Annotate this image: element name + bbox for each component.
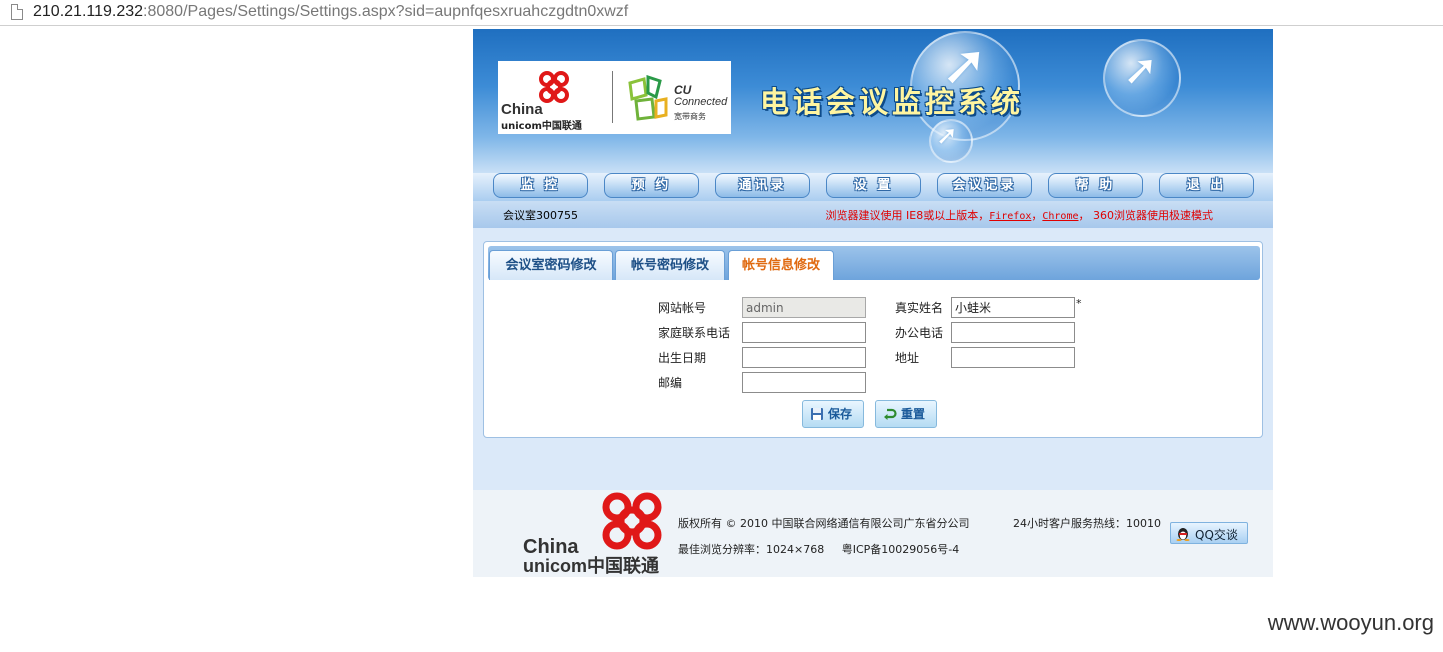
settings-panel: 会议室密码修改 帐号密码修改 帐号信息修改 网站帐号 真实姓名 * 家庭联系电话… [483,241,1263,438]
tip-prefix: 浏览器建议使用 IE8或以上版本， [825,209,990,222]
logo-china-text: China [501,101,543,118]
footer-china-text: China [523,536,579,558]
postcode-label: 邮编 [658,376,683,390]
postcode-field[interactable] [742,372,866,393]
url-host: 210.21.119.232 [33,3,144,20]
home-phone-label: 家庭联系电话 [658,326,731,340]
arrow-up-icon: ➚ [936,121,958,151]
qq-penguin-icon [1176,528,1190,541]
site-account-label: 网站帐号 [658,301,707,315]
copyright-text: 版权所有 © 2010 中国联合网络通信有限公司广东省分公司 [678,517,970,530]
qq-chat-label: QQ交谈 [1195,528,1238,542]
required-mark: * [1076,297,1082,310]
tip-separator: ， [1031,209,1043,222]
logo-divider [612,71,613,123]
nav-settings[interactable]: 设 置 [826,173,921,198]
icp-text: 粤ICP备10029056号-4 [841,543,960,556]
tab-room-password[interactable]: 会议室密码修改 [489,250,613,280]
china-unicom-logo: China unicom中国联通 CU Connected 宽带商务 [498,61,731,134]
real-name-label: 真实姓名 [895,301,944,315]
logo-unicom-text: unicom中国联通 [501,121,582,132]
connected-label: Connected [674,96,728,108]
nav-reservation[interactable]: 预 约 [604,173,699,198]
save-button[interactable]: 保存 [802,400,864,428]
cu-label: CU [674,83,692,97]
reset-label: 重置 [901,407,926,421]
page-icon [11,4,23,20]
office-phone-label: 办公电话 [895,326,944,340]
url-text[interactable]: 210.21.119.232:8080/Pages/Settings/Setti… [33,3,628,21]
main-nav: 监 控 预 约 通讯录 设 置 会议记录 帮 助 退 出 [473,173,1273,201]
cu-chinese-text: 宽带商务 [674,112,706,121]
birth-date-field[interactable] [742,347,866,368]
tab-account-info[interactable]: 帐号信息修改 [728,250,834,280]
cu-connected-icon [628,75,668,121]
unicom-knot-icon [602,492,662,550]
address-label: 地址 [895,351,920,365]
reset-button[interactable]: 重置 [875,400,937,428]
system-title: 电话会议监控系统 [760,85,1025,119]
office-phone-field[interactable] [951,322,1075,343]
browser-tip: 浏览器建议使用 IE8或以上版本，Firefox，Chrome， 360浏览器使… [826,207,1213,223]
arrow-up-icon: ➚ [1123,45,1159,94]
nav-logout[interactable]: 退 出 [1159,173,1254,198]
birth-date-label: 出生日期 [658,351,707,365]
save-icon [811,408,823,420]
header-banner: ➚ ➚ ➚ China unicom中国联通 CU Connected 宽带商务… [473,29,1273,173]
reset-icon [884,408,897,420]
resolution-text: 最佳浏览分辨率：1024×768 [678,543,825,556]
footer: China unicom中国联通 版权所有 © 2010 中国联合网络通信有限公… [473,490,1273,577]
site-account-field[interactable] [742,297,866,318]
tab-strip: 会议室密码修改 帐号密码修改 帐号信息修改 [488,246,1260,280]
cu-connected-text: CU Connected [674,83,728,108]
tab-account-password[interactable]: 帐号密码修改 [615,250,725,280]
info-bar: 会议室300755 浏览器建议使用 IE8或以上版本，Firefox，Chrom… [473,201,1273,228]
chrome-link[interactable]: Chrome [1042,211,1078,222]
save-label: 保存 [828,407,853,421]
url-path: :8080/Pages/Settings/Settings.aspx?sid=a… [143,3,629,20]
address-field[interactable] [951,347,1075,368]
nav-meeting-records[interactable]: 会议记录 [937,173,1032,198]
site-container: ➚ ➚ ➚ China unicom中国联通 CU Connected 宽带商务… [473,29,1273,577]
resolution-line: 最佳浏览分辨率：1024×768 粤ICP备10029056号-4 [678,541,959,557]
tip-suffix: ， 360浏览器使用极速模式 [1078,209,1214,222]
browser-address-bar[interactable]: 210.21.119.232:8080/Pages/Settings/Setti… [0,0,1443,26]
meeting-room-label: 会议室300755 [503,209,578,222]
watermark-text: www.wooyun.org [1267,610,1434,635]
home-phone-field[interactable] [742,322,866,343]
firefox-link[interactable]: Firefox [989,211,1031,222]
nav-contacts[interactable]: 通讯录 [715,173,810,198]
hotline-text: 24小时客户服务热线：10010 [1013,517,1161,530]
real-name-field[interactable] [951,297,1075,318]
qq-chat-button[interactable]: QQ交谈 [1170,522,1248,544]
nav-monitor[interactable]: 监 控 [493,173,588,198]
nav-help[interactable]: 帮 助 [1048,173,1143,198]
footer-unicom-text: unicom中国联通 [523,556,660,576]
